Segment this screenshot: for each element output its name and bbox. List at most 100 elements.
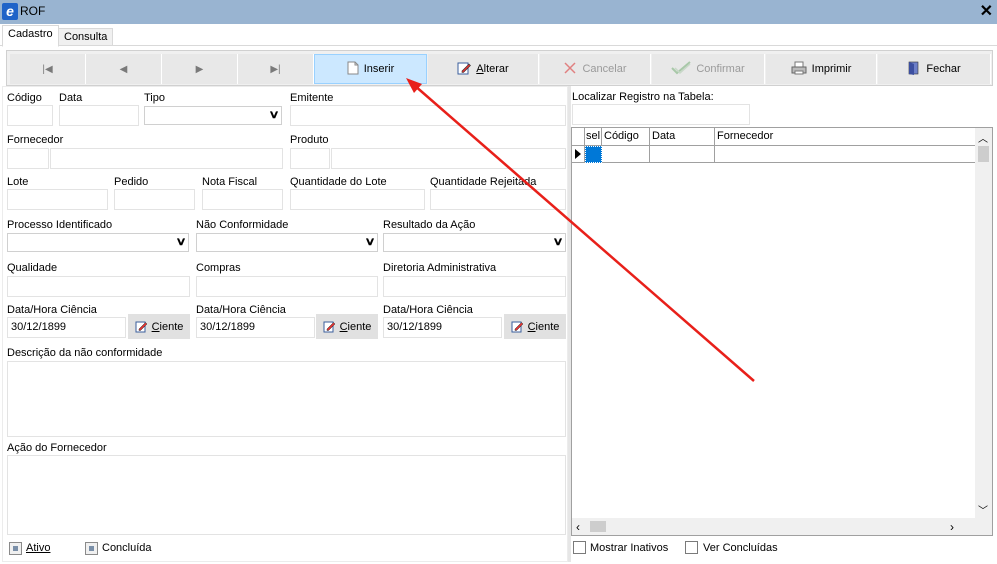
edit-icon xyxy=(457,61,472,78)
tipo-select[interactable]: ∨ xyxy=(144,106,282,125)
scroll-down-icon[interactable]: ﹀ xyxy=(978,502,988,517)
tab-consulta[interactable]: Consulta xyxy=(58,28,114,46)
records-grid[interactable]: sel Código Data Fornecedor ︿ ﹀ ‹ › xyxy=(571,127,993,536)
new-document-icon xyxy=(347,61,359,78)
previous-record-button[interactable]: ◀ xyxy=(86,54,162,84)
fechar-button[interactable]: Fechar xyxy=(878,54,991,84)
vertical-scrollbar[interactable]: ︿ ﹀ xyxy=(975,128,992,519)
imprimir-button[interactable]: Imprimir xyxy=(766,54,877,84)
quantidade-rejeitada-field[interactable] xyxy=(430,189,566,210)
acao-fornecedor-textarea[interactable] xyxy=(7,455,566,535)
chevron-down-icon: ∨ xyxy=(175,236,187,248)
tab-cadastro[interactable]: Cadastro xyxy=(2,25,59,47)
confirmar-label: Confirmar xyxy=(696,63,745,75)
compras-label: Compras xyxy=(196,262,241,274)
alterar-label: lterar xyxy=(483,63,509,75)
edit-icon xyxy=(511,320,524,333)
pedido-field[interactable] xyxy=(114,189,195,210)
ciente-1-button[interactable]: Ciente xyxy=(128,314,190,339)
processo-identificado-select[interactable]: ∨ xyxy=(7,233,189,252)
lote-field[interactable] xyxy=(7,189,108,210)
alterar-button[interactable]: Alterar xyxy=(428,54,539,84)
data-cell[interactable] xyxy=(650,146,715,163)
ciente-3-label: iente xyxy=(535,320,560,333)
mostrar-inativos-checkbox[interactable] xyxy=(573,541,586,554)
ciente-2-label: iente xyxy=(347,320,372,333)
tipo-label: Tipo xyxy=(144,92,165,104)
concluida-label: Concluída xyxy=(102,542,152,554)
chevron-down-icon: ∨ xyxy=(552,236,564,248)
scroll-right-icon[interactable]: › xyxy=(950,520,954,534)
nao-conformidade-select[interactable]: ∨ xyxy=(196,233,378,252)
tab-strip: Cadastro Consulta xyxy=(0,24,997,47)
scroll-left-icon[interactable]: ‹ xyxy=(576,520,580,534)
ciente-3-button[interactable]: Ciente xyxy=(504,314,566,339)
codigo-field[interactable] xyxy=(7,105,53,126)
chevron-down-icon: ∨ xyxy=(364,236,376,248)
emitente-label: Emitente xyxy=(290,92,334,104)
confirmar-button[interactable]: Confirmar xyxy=(652,54,765,84)
fornecedor-name-field[interactable] xyxy=(50,148,283,169)
produto-code-field[interactable] xyxy=(290,148,330,169)
table-row[interactable] xyxy=(572,146,976,163)
horizontal-scroll-thumb[interactable] xyxy=(590,521,606,532)
col-sel[interactable]: sel xyxy=(585,128,602,146)
compras-field[interactable] xyxy=(196,276,378,297)
grid-indicator-header xyxy=(572,128,585,146)
first-record-icon: |◀ xyxy=(42,63,53,75)
next-record-button[interactable]: ▶ xyxy=(162,54,238,84)
exit-door-icon xyxy=(907,61,921,78)
cancelar-button[interactable]: Cancelar xyxy=(540,54,651,84)
localizar-input[interactable] xyxy=(572,104,750,125)
qualidade-label: Qualidade xyxy=(7,262,58,274)
cancel-icon xyxy=(563,61,577,78)
fornecedor-code-field[interactable] xyxy=(7,148,49,169)
ativo-checkbox[interactable] xyxy=(9,542,22,555)
quantidade-lote-field[interactable] xyxy=(290,189,425,210)
descricao-textarea[interactable] xyxy=(7,361,566,437)
check-icon xyxy=(671,60,691,78)
inserir-label: Inserir xyxy=(363,63,395,75)
horizontal-scrollbar[interactable]: ‹ › xyxy=(572,518,976,535)
ciencia-3-label: Data/Hora Ciência xyxy=(383,304,473,316)
edit-icon xyxy=(323,320,336,333)
first-record-button[interactable]: |◀ xyxy=(10,54,86,84)
quantidade-lote-label: Quantidade do Lote xyxy=(290,176,387,188)
qualidade-field[interactable] xyxy=(7,276,190,297)
inserir-button[interactable]: Inserir xyxy=(314,54,427,84)
resultado-acao-label: Resultado da Ação xyxy=(383,219,476,231)
close-icon[interactable]: ✕ xyxy=(980,1,993,21)
col-codigo[interactable]: Código xyxy=(602,128,650,146)
previous-record-icon: ◀ xyxy=(119,63,128,75)
ciencia-3-field[interactable]: 30/12/1899 xyxy=(383,317,502,338)
emitente-field[interactable] xyxy=(290,105,566,126)
nota-fiscal-field[interactable] xyxy=(202,189,283,210)
ciencia-1-label: Data/Hora Ciência xyxy=(7,304,97,316)
grid-header: sel Código Data Fornecedor xyxy=(572,128,976,146)
vertical-scroll-thumb[interactable] xyxy=(978,146,989,162)
ciencia-1-field[interactable]: 30/12/1899 xyxy=(7,317,126,338)
col-data[interactable]: Data xyxy=(650,128,715,146)
data-field[interactable] xyxy=(59,105,139,126)
codigo-cell[interactable] xyxy=(602,146,650,163)
sel-cell[interactable] xyxy=(585,146,602,163)
ciente-1-label: iente xyxy=(159,320,184,333)
lote-label: Lote xyxy=(7,176,29,188)
concluida-checkbox[interactable] xyxy=(85,542,98,555)
scroll-up-icon[interactable]: ︿ xyxy=(978,130,988,145)
col-fornecedor[interactable]: Fornecedor xyxy=(715,128,976,146)
ver-concluidas-checkbox[interactable] xyxy=(685,541,698,554)
produto-name-field[interactable] xyxy=(331,148,566,169)
diretoria-field[interactable] xyxy=(383,276,566,297)
cancelar-label: Cancelar xyxy=(582,63,627,75)
fechar-label: Fechar xyxy=(926,63,961,75)
pedido-label: Pedido xyxy=(114,176,149,188)
quantidade-rejeitada-label: Quantidade Rejeitada xyxy=(430,176,537,188)
ciencia-2-field[interactable]: 30/12/1899 xyxy=(196,317,315,338)
last-record-button[interactable]: ▶| xyxy=(238,54,314,84)
ciente-2-button[interactable]: Ciente xyxy=(316,314,378,339)
ciente-1-label-prefix: C xyxy=(151,320,160,333)
resultado-acao-select[interactable]: ∨ xyxy=(383,233,566,252)
edit-icon xyxy=(135,320,148,333)
fornecedor-cell[interactable] xyxy=(715,146,976,163)
